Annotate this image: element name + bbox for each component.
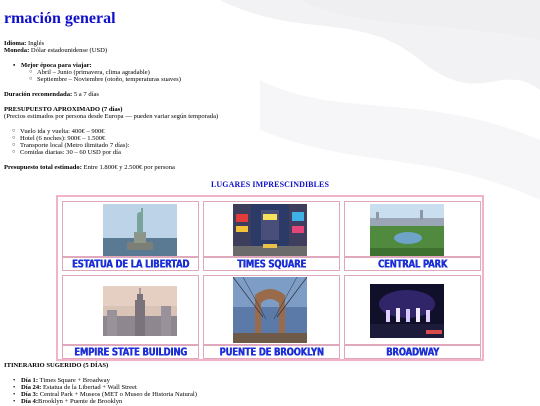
caption-cell: EMPIRE STATE BUILDING [62, 345, 199, 359]
central-park-photo [370, 204, 444, 256]
broadway-photo [370, 284, 444, 338]
caption-cell: ESTATUA DE LA LIBERTAD [62, 257, 199, 271]
itinerary-day: Día 24: [21, 384, 42, 391]
place-card-brooklyn [203, 275, 340, 345]
duration-label: Duración recomendada: [4, 91, 73, 98]
place-card-times [203, 201, 340, 257]
place-caption: ESTATUA DE LA LIBERTAD [71, 258, 190, 272]
currency-label: Moneda: [4, 47, 30, 54]
empire-state-photo [103, 286, 177, 336]
itinerary-day: Día 3: [21, 391, 39, 398]
caption-cell: BROADWAY [344, 345, 481, 359]
brooklyn-bridge-photo [233, 277, 307, 343]
itinerary-text: Times Square + Broadway [38, 377, 110, 384]
place-caption: BROADWAY [386, 346, 439, 360]
budget-total-value: Entre 1.800€ y 2.500€ por persona [81, 164, 175, 171]
currency-value: Dólar estadounidense (USD) [29, 47, 108, 54]
budget-item: Comidas diarias: 30 – 60 USD por día [12, 149, 121, 157]
best-time-item: Septiembre – Noviembre (otoño, temperatu… [29, 76, 181, 84]
place-caption: CENTRAL PARK [377, 258, 448, 272]
budget-subtitle: (Precios estimados por persona desde Eur… [4, 113, 219, 120]
itinerary-day: Día 4: [21, 398, 39, 405]
itinerary-text: Brooklyn + Puente de Brooklyn [38, 398, 123, 405]
caption-cell: PUENTE DE BROOKLYN [203, 345, 340, 359]
page-title: rmación general [4, 10, 116, 27]
duration-value: 5 a 7 días [72, 91, 99, 98]
currency-line: Moneda: Dólar estadounidense (USD) [4, 47, 107, 55]
place-card-liberty [62, 201, 199, 257]
statue-of-liberty-photo [103, 204, 177, 256]
itinerary-text: Estatua de la Libertad + Wall Street [41, 384, 137, 391]
itinerary-item: Día 4:Brooklyn + Puente de Brooklyn [13, 398, 123, 406]
itinerary-day: Día 1: [21, 377, 39, 384]
itinerary-text: Central Park + Museos (MET o Museo de Hi… [38, 391, 197, 398]
places-grid: ESTATUA DE LA LIBERTAD TIMES SQUARE CENT… [56, 195, 484, 361]
caption-cell: TIMES SQUARE [203, 257, 340, 271]
place-card-empire [62, 275, 199, 345]
budget-total-label: Presupuesto total estimado: [4, 164, 82, 171]
places-title: LUGARES IMPRESCINDIBLES [210, 180, 330, 189]
place-card-central [344, 201, 481, 257]
place-caption: PUENTE DE BROOKLYN [219, 346, 324, 360]
language-value: Inglés [26, 40, 45, 47]
place-card-broadway [344, 275, 481, 345]
duration-line: Duración recomendada: 5 a 7 días [4, 91, 99, 99]
times-square-photo [233, 204, 307, 256]
budget-total-line: Presupuesto total estimado: Entre 1.800€… [4, 164, 175, 172]
caption-cell: CENTRAL PARK [344, 257, 481, 271]
itinerary-title: ITINERARIO SUGERIDO (5 DÍAS) [4, 362, 109, 369]
place-caption: EMPIRE STATE BUILDING [74, 346, 187, 360]
place-caption: TIMES SQUARE [237, 258, 306, 272]
language-label: Idioma: [4, 40, 27, 47]
